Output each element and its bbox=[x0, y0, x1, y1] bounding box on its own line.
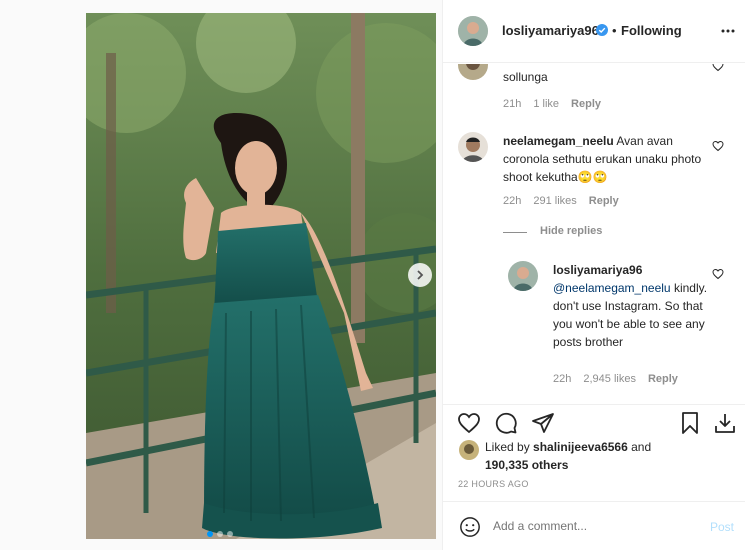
carousel-dot bbox=[227, 531, 233, 537]
liked-by-and: and bbox=[631, 440, 652, 454]
heart-icon[interactable] bbox=[457, 411, 481, 435]
liker-avatar[interactable] bbox=[459, 440, 479, 460]
reply-meta: 22h 2,945 likes Reply bbox=[553, 373, 690, 385]
hide-replies-line bbox=[503, 232, 527, 233]
reply-mention[interactable]: @neelamegam_neelu bbox=[553, 281, 671, 295]
others-count[interactable]: 190,335 others bbox=[485, 458, 568, 472]
author-avatar[interactable] bbox=[458, 16, 488, 46]
comment-input[interactable] bbox=[493, 519, 693, 533]
reply-author-avatar[interactable] bbox=[508, 261, 538, 291]
verified-badge-icon bbox=[596, 24, 608, 36]
separator-dot: • bbox=[612, 23, 617, 38]
add-comment-bar: Post bbox=[443, 501, 745, 550]
reply-username[interactable]: losliyamariya96 bbox=[553, 263, 642, 277]
share-icon[interactable] bbox=[531, 411, 555, 435]
comment-text: sollunga bbox=[503, 70, 548, 84]
media-pane bbox=[0, 0, 442, 550]
following-button[interactable]: Following bbox=[621, 23, 682, 38]
post-comment-button[interactable]: Post bbox=[710, 520, 734, 534]
carousel-indicator bbox=[207, 531, 233, 537]
hide-replies-button[interactable]: Hide replies bbox=[540, 225, 602, 237]
comment-likes-count[interactable]: 1 like bbox=[533, 98, 559, 110]
photo-illustration bbox=[86, 13, 436, 539]
chevron-right-icon bbox=[417, 270, 424, 280]
comment-meta: 22h 291 likes Reply bbox=[503, 195, 631, 207]
comment-icon[interactable] bbox=[494, 411, 518, 435]
more-options-icon[interactable] bbox=[720, 24, 736, 38]
comment-like-icon[interactable] bbox=[712, 64, 724, 72]
reply-button[interactable]: Reply bbox=[589, 195, 619, 207]
comments-list: sollunga 21h 1 like Reply neelamegam_neelu… bbox=[443, 64, 745, 404]
post-details-pane: losliyamariya96 • Following sollunga 21h… bbox=[442, 0, 745, 550]
comment-like-icon[interactable] bbox=[712, 140, 724, 152]
comment-age: 21h bbox=[503, 98, 522, 110]
post-photo[interactable] bbox=[86, 13, 436, 539]
reply-button[interactable]: Reply bbox=[648, 373, 678, 385]
reply-body: losliyamariya96 @neelamegam_neelu kindly… bbox=[553, 261, 713, 351]
commenter-avatar[interactable] bbox=[458, 132, 488, 162]
comment-likes-count[interactable]: 291 likes bbox=[533, 195, 576, 207]
post-timestamp[interactable]: 22 HOURS AGO bbox=[458, 479, 529, 489]
author-username[interactable]: losliyamariya96 bbox=[502, 23, 599, 38]
post-header: losliyamariya96 • Following bbox=[443, 0, 745, 63]
liked-by-line: Liked by shalinijeeva6566 and bbox=[485, 440, 651, 454]
comment-body: neelamegam_neelu Avan avan coronola seth… bbox=[503, 132, 708, 186]
post-actions bbox=[443, 404, 745, 434]
emoji-icon[interactable] bbox=[459, 516, 481, 538]
comment-username[interactable]: neelamegam_neelu bbox=[503, 134, 614, 148]
next-image-button[interactable] bbox=[408, 263, 432, 287]
reply-likes-count[interactable]: 2,945 likes bbox=[583, 373, 636, 385]
liked-by-prefix: Liked by bbox=[485, 440, 530, 454]
carousel-dot bbox=[217, 531, 223, 537]
commenter-avatar[interactable] bbox=[458, 64, 488, 80]
comment-meta: 21h 1 like Reply bbox=[503, 98, 613, 110]
reply-button[interactable]: Reply bbox=[571, 98, 601, 110]
reply-age: 22h bbox=[553, 373, 572, 385]
bookmark-icon[interactable] bbox=[678, 411, 702, 435]
comment-age: 22h bbox=[503, 195, 522, 207]
liker-username[interactable]: shalinijeeva6566 bbox=[533, 440, 628, 454]
comment-like-icon[interactable] bbox=[712, 268, 724, 280]
carousel-dot-active bbox=[207, 531, 213, 537]
download-icon[interactable] bbox=[713, 411, 737, 435]
